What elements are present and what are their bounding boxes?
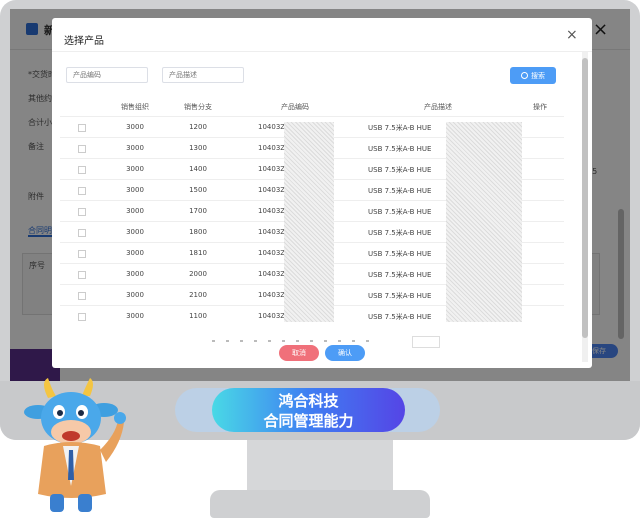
select-product-dialog: 选择产品 × 搜索 销售组织 销售分支 产品编码 产品描述 操作 3000 120… <box>52 18 592 368</box>
screen: 新 × *交货时 其他约定 合计小写 备注 附件 535 合同明细 序号 保存 … <box>10 9 630 381</box>
cell-sales-branch: 1200 <box>189 123 207 131</box>
col-header-sales-branch: 销售分支 <box>184 103 212 111</box>
cell-product-code: 10403Z <box>258 186 286 194</box>
product-code-input[interactable] <box>66 67 148 83</box>
cell-sales-branch: 2100 <box>189 291 207 299</box>
cell-product-desc: USB 7.5米A-B HUE <box>368 271 432 279</box>
confirm-button[interactable]: 确认 <box>325 345 365 361</box>
row-checkbox-icon[interactable] <box>78 292 86 300</box>
col-header-product-code: 产品编码 <box>281 103 309 111</box>
row-checkbox-icon[interactable] <box>78 187 86 195</box>
cell-product-code: 10403Z <box>258 312 286 320</box>
cell-product-code: 10403Z <box>258 165 286 173</box>
cell-product-desc: USB 7.5米A-B HUE <box>368 313 432 321</box>
row-checkbox-icon[interactable] <box>78 229 86 237</box>
pagination[interactable] <box>212 340 372 342</box>
cell-product-code: 10403Z <box>258 270 286 278</box>
cell-product-desc: USB 7.5米A-B HUE <box>368 292 432 300</box>
dialog-divider <box>52 51 592 52</box>
cell-sales-org: 3000 <box>126 144 144 152</box>
cell-product-desc: USB 7.5米A-B HUE <box>368 166 432 174</box>
cell-sales-org: 3000 <box>126 123 144 131</box>
close-icon[interactable]: × <box>566 27 578 43</box>
dialog-scroll-thumb[interactable] <box>582 58 588 338</box>
page-size-select[interactable] <box>412 336 440 348</box>
cancel-button[interactable]: 取消 <box>279 345 319 361</box>
cow-mascot <box>24 378 126 512</box>
cell-sales-org: 3000 <box>126 165 144 173</box>
redaction-mask-code <box>284 122 334 322</box>
cell-sales-branch: 1300 <box>189 144 207 152</box>
row-checkbox-icon[interactable] <box>78 145 86 153</box>
cell-sales-branch: 1810 <box>189 249 207 257</box>
cell-product-code: 10403Z <box>258 291 286 299</box>
cell-sales-org: 3000 <box>126 207 144 215</box>
cell-product-desc: USB 7.5米A-B HUE <box>368 208 432 216</box>
cell-product-desc: USB 7.5米A-B HUE <box>368 187 432 195</box>
dialog-scrollbar[interactable] <box>582 52 588 362</box>
monitor-stand-neck <box>247 440 393 492</box>
col-header-actions: 操作 <box>533 103 547 111</box>
row-checkbox-icon[interactable] <box>78 208 86 216</box>
cell-product-code: 10403Z <box>258 228 286 236</box>
cell-product-code: 10403Z <box>258 123 286 131</box>
cell-sales-branch: 1400 <box>189 165 207 173</box>
cell-product-desc: USB 7.5米A-B HUE <box>368 250 432 258</box>
cell-product-code: 10403Z <box>258 144 286 152</box>
banner-company-name: 鸿合科技 <box>278 392 339 410</box>
row-checkbox-icon[interactable] <box>78 124 86 132</box>
cell-sales-org: 3000 <box>126 312 144 320</box>
cell-sales-org: 3000 <box>126 270 144 278</box>
redaction-mask-desc <box>446 122 522 322</box>
cell-sales-org: 3000 <box>126 291 144 299</box>
cell-sales-branch: 1800 <box>189 228 207 236</box>
col-header-sales-org: 销售组织 <box>121 103 149 111</box>
cell-sales-branch: 1500 <box>189 186 207 194</box>
cell-product-code: 10403Z <box>258 207 286 215</box>
row-checkbox-icon[interactable] <box>78 166 86 174</box>
cell-product-desc: USB 7.5米A-B HUE <box>368 145 432 153</box>
search-button[interactable]: 搜索 <box>510 67 556 84</box>
banner-slogan: 合同管理能力 <box>263 412 354 430</box>
monitor-frame: 新 × *交货时 其他约定 合计小写 备注 附件 535 合同明细 序号 保存 … <box>0 0 640 440</box>
search-button-label: 搜索 <box>531 71 545 80</box>
cell-sales-branch: 1100 <box>189 312 207 320</box>
cell-sales-branch: 1700 <box>189 207 207 215</box>
cell-sales-org: 3000 <box>126 228 144 236</box>
cell-product-code: 10403Z <box>258 249 286 257</box>
cell-sales-branch: 2000 <box>189 270 207 278</box>
col-header-product-desc: 产品描述 <box>424 103 452 111</box>
monitor-stand-base <box>210 490 430 518</box>
row-checkbox-icon[interactable] <box>78 271 86 279</box>
cell-product-desc: USB 7.5米A-B HUE <box>368 229 432 237</box>
row-checkbox-icon[interactable] <box>78 313 86 321</box>
cell-product-desc: USB 7.5米A-B HUE <box>368 124 432 132</box>
row-checkbox-icon[interactable] <box>78 250 86 258</box>
table-header: 销售组织 销售分支 产品编码 产品描述 操作 <box>60 98 564 116</box>
cell-sales-org: 3000 <box>126 249 144 257</box>
product-desc-input[interactable] <box>162 67 244 83</box>
search-icon <box>521 72 528 79</box>
dialog-title: 选择产品 <box>64 36 104 47</box>
cell-sales-org: 3000 <box>126 186 144 194</box>
